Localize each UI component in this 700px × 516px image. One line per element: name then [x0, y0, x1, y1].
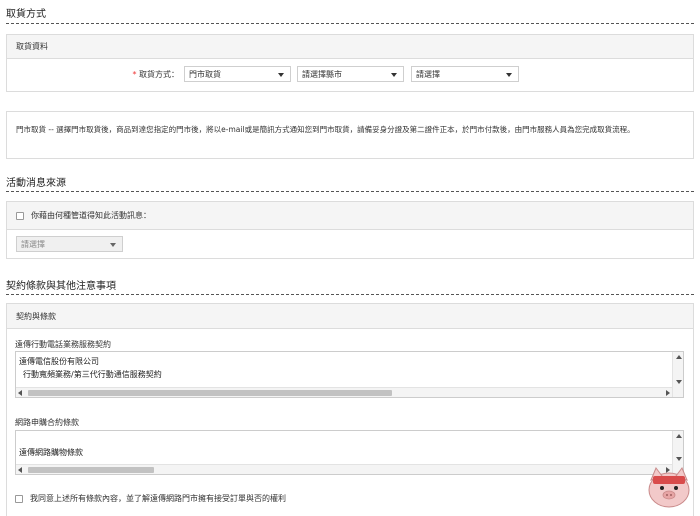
chevron-down-icon [110, 243, 116, 247]
mobile-contract-label: 遠傳行動電話業務服務契約 [15, 340, 111, 349]
mobile-contract-line: 行動寬頻業務/第三代行動通信服務契約 [23, 370, 162, 379]
chevron-down-icon [506, 73, 512, 77]
scroll-right-icon[interactable] [666, 390, 670, 396]
section-divider [6, 294, 694, 295]
pickup-method-select[interactable]: 門市取貨 [184, 66, 291, 82]
scroll-left-icon[interactable] [18, 390, 22, 396]
scroll-up-icon[interactable] [676, 355, 682, 359]
store-select[interactable]: 請選擇 [411, 66, 519, 82]
scroll-left-icon[interactable] [18, 467, 22, 473]
pickup-method-label: 取貨方式： [139, 70, 179, 79]
scroll-down-icon[interactable] [676, 380, 682, 384]
section-divider [6, 191, 694, 192]
pickup-panel-title: 取貨資料 [16, 42, 48, 51]
agree-row: 我同意上述所有條款內容，並了解遠傳網路門市擁有接受訂單與否的權利 [15, 493, 286, 504]
section-divider [6, 23, 694, 24]
terms-panel-header: 契約與條款 [7, 304, 693, 329]
horizontal-scrollbar[interactable] [16, 464, 672, 474]
pickup-panel: 取貨資料 * 取貨方式： 門市取貨 請選擇縣市 請選擇 [6, 34, 694, 92]
pickup-notice-box: 門市取貨 -- 選擇門市取貨後，商品到達您指定的門市後，將以e-mail或是簡訊… [6, 111, 694, 159]
agree-text: 我同意上述所有條款內容，並了解遠傳網路門市擁有接受訂單與否的權利 [30, 494, 286, 503]
county-select-value: 請選擇縣市 [302, 69, 342, 79]
terms-panel-title: 契約與條款 [16, 311, 56, 321]
scroll-up-icon[interactable] [676, 434, 682, 438]
horizontal-scrollbar[interactable] [16, 387, 672, 397]
pickup-panel-header: 取貨資料 [7, 35, 693, 59]
activity-panel-header: 你藉由何種管道得知此活動訊息： [7, 202, 693, 230]
activity-panel: 你藉由何種管道得知此活動訊息： 請選擇 [6, 201, 694, 259]
online-terms-textbox[interactable]: 遠傳網路購物條款 [15, 430, 684, 475]
chevron-down-icon [278, 73, 284, 77]
mascot-watermark-icon [648, 467, 690, 508]
store-select-value: 請選擇 [416, 69, 440, 79]
activity-source-select-value: 請選擇 [21, 239, 45, 249]
activity-checkbox[interactable] [16, 211, 24, 220]
pickup-method-label-wrap: * 取貨方式： [7, 69, 179, 80]
mobile-contract-textbox[interactable]: 遠傳電信股份有限公司 行動寬頻業務/第三代行動通信服務契約 [15, 351, 684, 398]
activity-question: 你藉由何種管道得知此活動訊息： [31, 211, 151, 220]
scrollbar-thumb[interactable] [28, 390, 392, 396]
chevron-down-icon [391, 73, 397, 77]
mobile-contract-content: 遠傳電信股份有限公司 行動寬頻業務/第三代行動通信服務契約 [19, 355, 162, 381]
pickup-method-select-value: 門市取貨 [189, 69, 221, 79]
section-title-terms: 契約條款與其他注意事項 [6, 281, 116, 292]
section-title-activity: 活動消息來源 [6, 178, 66, 189]
scroll-down-icon[interactable] [676, 457, 682, 461]
scrollbar-thumb[interactable] [28, 467, 154, 473]
pickup-notice-text: 門市取貨 -- 選擇門市取貨後，商品到達您指定的門市後，將以e-mail或是簡訊… [16, 125, 635, 134]
agree-checkbox[interactable] [15, 494, 23, 503]
online-terms-label: 網路申購合約條款 [15, 418, 79, 427]
section-title-pickup: 取貨方式 [6, 9, 46, 20]
terms-panel: 契約與條款 [6, 303, 694, 516]
online-terms-line: 遠傳網路購物條款 [19, 448, 83, 457]
required-mark: * [132, 70, 137, 79]
online-terms-content: 遠傳網路購物條款 [19, 446, 83, 459]
mobile-contract-line: 遠傳電信股份有限公司 [19, 357, 99, 366]
county-select[interactable]: 請選擇縣市 [297, 66, 404, 82]
activity-source-select[interactable]: 請選擇 [16, 236, 123, 252]
vertical-scrollbar[interactable] [672, 352, 683, 397]
